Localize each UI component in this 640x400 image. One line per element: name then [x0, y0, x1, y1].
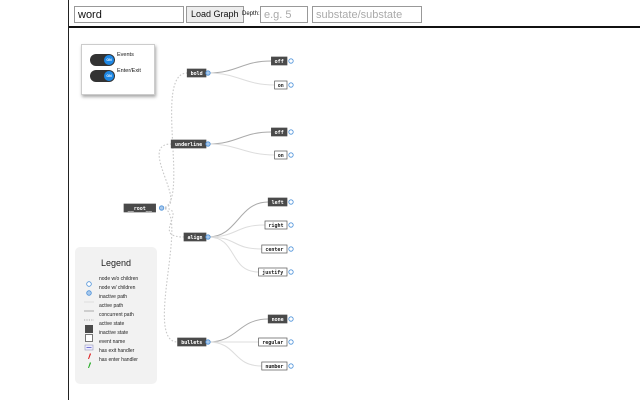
concurrent-path-icon	[84, 311, 94, 321]
root-state-node[interactable]: __root__	[123, 203, 156, 213]
legend-item: has exit handler	[84, 347, 135, 359]
toolbar: Load Graph Depth:	[69, 0, 640, 28]
state-node-align-left[interactable]: left	[267, 197, 288, 207]
state-node-align-right[interactable]: right	[264, 220, 288, 230]
exit-handler-icon	[84, 347, 94, 359]
legend-label: active path	[99, 303, 124, 309]
state-label: align	[187, 235, 202, 241]
state-label: on	[278, 83, 284, 89]
legend-item: node w/o children	[84, 275, 139, 287]
state-node-align-center[interactable]: center	[261, 244, 288, 254]
state-label: justify	[262, 269, 283, 276]
state-node-bold[interactable]: bold	[186, 68, 207, 78]
legend-item: node w/ children	[84, 284, 136, 296]
legend-item: active state	[84, 320, 125, 333]
state-node-bold-off[interactable]: off	[271, 56, 288, 66]
state-node-underline[interactable]: underline	[170, 139, 207, 149]
leaf-node-icon[interactable]	[288, 58, 294, 64]
state-label: number	[265, 364, 283, 370]
legend-item: event name	[84, 338, 126, 351]
state-node-bullets-none[interactable]: none	[267, 314, 288, 324]
state-label: off	[275, 59, 284, 65]
load-graph-button[interactable]: Load Graph	[186, 6, 244, 23]
hollow-node-icon	[84, 275, 94, 287]
leaf-node-icon[interactable]	[288, 152, 294, 158]
enter-handler-icon	[84, 356, 94, 368]
inactive-path-icon	[84, 293, 94, 303]
state-label: regular	[262, 340, 283, 346]
legend-panel: Legend node w/o children node w/ childre…	[75, 247, 157, 384]
event-name-icon	[84, 338, 94, 351]
state-label: underline	[175, 142, 202, 148]
leaf-node-icon[interactable]	[288, 339, 294, 345]
active-state-icon	[84, 320, 94, 333]
depth-label: Depth:	[242, 11, 260, 17]
leaf-node-icon[interactable]	[288, 222, 294, 228]
leaf-node-icon[interactable]	[288, 82, 294, 88]
substate-path-input[interactable]	[312, 6, 422, 23]
legend-label: node w/ children	[99, 285, 136, 291]
state-node-bullets-regular[interactable]: regular	[258, 337, 288, 347]
legend-item: has enter handler	[84, 356, 138, 368]
legend-item: inactive state	[84, 329, 129, 342]
state-label: off	[275, 130, 284, 136]
state-node-underline-on[interactable]: on	[274, 150, 288, 160]
leaf-node-icon[interactable]	[288, 199, 294, 205]
state-label: none	[272, 317, 284, 323]
legend-label: node w/o children	[99, 276, 139, 282]
legend-label: inactive path	[99, 294, 128, 300]
leaf-node-icon[interactable]	[288, 316, 294, 322]
depth-input[interactable]	[260, 6, 308, 23]
state-node-bold-on[interactable]: on	[274, 80, 288, 90]
state-node-underline-off[interactable]: off	[271, 127, 288, 137]
legend-label: concurrent path	[99, 312, 134, 318]
app-frame: Load Graph Depth: ON Events ON Enter/Exi…	[68, 0, 640, 400]
expand-node-icon[interactable]	[205, 141, 211, 147]
state-label: center	[265, 247, 283, 253]
leaf-node-icon[interactable]	[288, 129, 294, 135]
state-label: on	[278, 153, 284, 159]
state-node-align-justify[interactable]: justify	[258, 267, 288, 277]
legend-label: active state	[99, 321, 125, 327]
legend-item: concurrent path	[84, 311, 134, 321]
state-label: right	[268, 223, 283, 229]
leaf-node-icon[interactable]	[288, 269, 294, 275]
legend-title: Legend	[100, 258, 132, 268]
expand-node-icon[interactable]	[159, 205, 165, 211]
filled-node-icon	[84, 284, 94, 296]
active-path-icon	[84, 302, 94, 312]
legend-label: inactive state	[99, 330, 129, 336]
statechart-name-input[interactable]	[74, 6, 184, 23]
legend-item: inactive path	[84, 293, 128, 303]
state-label: left	[272, 200, 284, 206]
legend-label: has exit handler	[99, 348, 135, 354]
state-node-bullets[interactable]: bullets	[177, 337, 207, 347]
legend-label: has enter handler	[99, 357, 138, 363]
legend-label: event name	[99, 339, 126, 345]
state-label: bullets	[181, 340, 202, 346]
state-label: bold	[191, 71, 203, 77]
legend-item: active path	[84, 302, 124, 312]
inactive-state-icon	[84, 329, 94, 342]
expand-node-icon[interactable]	[205, 339, 211, 345]
state-node-align[interactable]: align	[183, 232, 207, 242]
leaf-node-icon[interactable]	[288, 246, 294, 252]
expand-node-icon[interactable]	[205, 234, 211, 240]
leaf-node-icon[interactable]	[288, 363, 294, 369]
expand-node-icon[interactable]	[205, 70, 211, 76]
state-node-bullets-number[interactable]: number	[261, 361, 288, 371]
state-label: __root__	[128, 206, 153, 212]
